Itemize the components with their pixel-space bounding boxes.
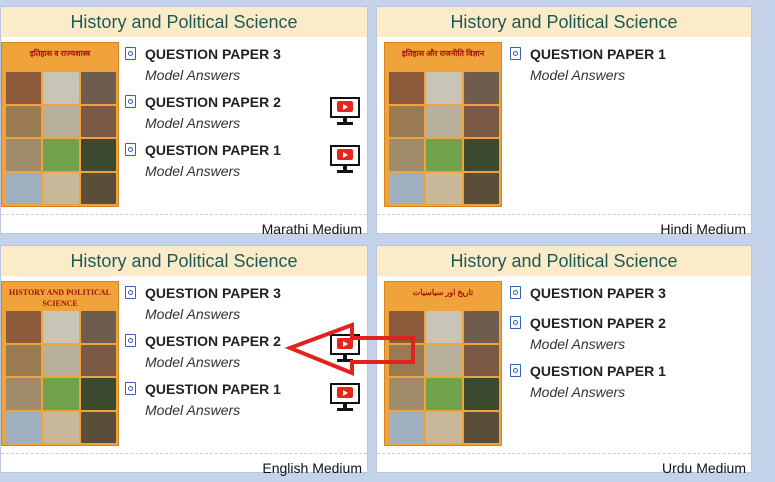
- red-arrow-annotation: [284, 322, 415, 376]
